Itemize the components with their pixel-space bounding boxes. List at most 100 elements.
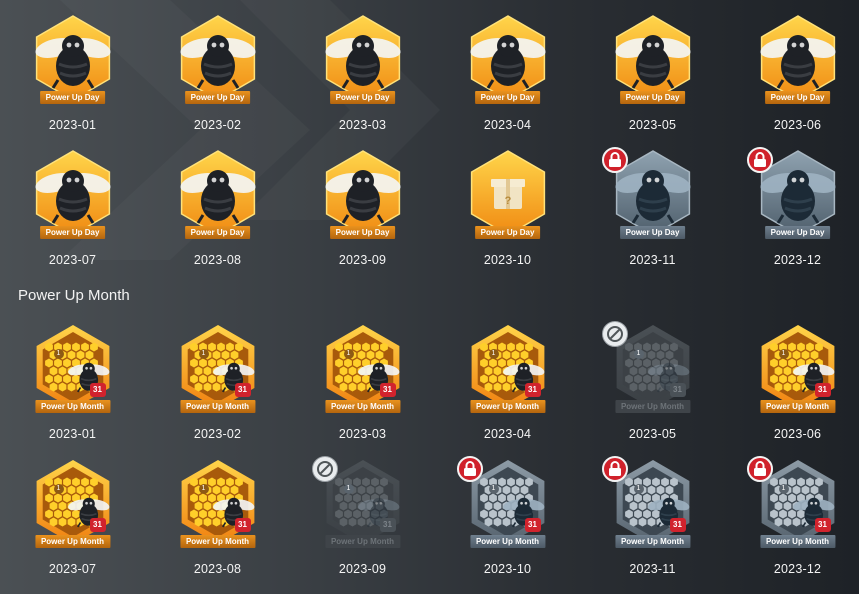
badge-period-label: 2023-12	[773, 253, 822, 267]
badge-ribbon: Power Up Day	[619, 91, 686, 104]
badge-period-label: 2023-11	[629, 562, 676, 576]
month-badge-card[interactable]: 1 31 Power Up Month 2023-05	[580, 313, 725, 448]
lock-icon	[746, 456, 773, 482]
month-badge-card[interactable]: 1 31 Power Up Month 2023-08	[145, 448, 290, 583]
power-up-month-badge-grid: 1 31 Power Up Month 2023-01 1 31 Power Up Mon…	[0, 313, 859, 583]
day-count-badge: 31	[524, 383, 541, 397]
badge-period-label: 2023-04	[483, 427, 532, 441]
month-badge-card[interactable]: 1 31 Power Up Month 2023-02	[145, 313, 290, 448]
day-badge-card[interactable]: Power Up Day 2023-05	[580, 4, 725, 139]
day-badge: Power Up Day	[746, 145, 843, 249]
month-badge: 1 31 Power Up Month	[753, 319, 843, 423]
badge-period-label: 2023-04	[483, 118, 532, 132]
day-count-badge: 31	[89, 383, 106, 397]
badge-ribbon: Power Up Day	[764, 91, 831, 104]
badge-ribbon: Power Up Day	[474, 226, 541, 239]
day-count-badge: 31	[669, 518, 686, 532]
first-cell-marker: 1	[53, 349, 64, 359]
badge-ribbon: Power Up Day	[184, 226, 251, 239]
day-badge: Power Up Day	[753, 10, 843, 114]
first-cell-marker: 1	[778, 349, 789, 359]
day-badge-card[interactable]: Power Up Day 2023-09	[290, 139, 435, 274]
month-badge-card[interactable]: 1 31 Power Up Month 2023-04	[435, 313, 580, 448]
badge-ribbon: Power Up Day	[474, 91, 541, 104]
day-count-badge: 31	[669, 383, 686, 397]
badge-ribbon: Power Up Month	[469, 400, 546, 413]
badge-ribbon: Power Up Day	[329, 226, 396, 239]
day-badge-card[interactable]: Power Up Day 2023-04	[435, 4, 580, 139]
day-badge: Power Up Day	[28, 145, 118, 249]
day-count-badge: 31	[814, 383, 831, 397]
svg-text:?: ?	[504, 195, 511, 207]
missed-icon	[311, 456, 338, 482]
month-badge: 1 31 Power Up Month	[601, 319, 698, 423]
month-badge-card[interactable]: 1 31 Power Up Month 2023-01	[0, 313, 145, 448]
badge-period-label: 2023-01	[48, 427, 97, 441]
day-badge: Power Up Day	[318, 10, 408, 114]
day-badge-card[interactable]: Power Up Day 2023-12	[725, 139, 859, 274]
badge-ribbon: Power Up Month	[469, 535, 546, 548]
badge-period-label: 2023-02	[193, 118, 242, 132]
day-badge-card[interactable]: Power Up Day 2023-01	[0, 4, 145, 139]
day-count-badge: 31	[379, 518, 396, 532]
badge-ribbon: Power Up Month	[324, 535, 401, 548]
month-badge: 1 31 Power Up Month	[311, 454, 408, 558]
badge-ribbon: Power Up Month	[614, 535, 691, 548]
badge-period-label: 2023-07	[48, 253, 97, 267]
day-count-badge: 31	[234, 518, 251, 532]
day-badge-card[interactable]: Power Up Day 2023-08	[145, 139, 290, 274]
day-badge: Power Up Day	[173, 10, 263, 114]
month-badge: 1 31 Power Up Month	[318, 319, 408, 423]
badge-period-label: 2023-03	[338, 427, 387, 441]
month-badge-card[interactable]: 1 31 Power Up Month 2023-12	[725, 448, 859, 583]
first-cell-marker: 1	[633, 484, 644, 494]
gift-icon: ?	[490, 179, 525, 209]
badge-period-label: 2023-07	[48, 562, 97, 576]
month-badge-card[interactable]: 1 31 Power Up Month 2023-10	[435, 448, 580, 583]
badge-ribbon: Power Up Month	[179, 535, 256, 548]
day-badge-card[interactable]: Power Up Day 2023-03	[290, 4, 435, 139]
month-badge: 1 31 Power Up Month	[746, 454, 843, 558]
badge-ribbon: Power Up Day	[329, 91, 396, 104]
day-badge: Power Up Day	[173, 145, 263, 249]
month-badge-card[interactable]: 1 31 Power Up Month 2023-06	[725, 313, 859, 448]
day-badge-card[interactable]: Power Up Day 2023-07	[0, 139, 145, 274]
month-badge: 1 31 Power Up Month	[456, 454, 553, 558]
day-badge-card[interactable]: Power Up Day 2023-11	[580, 139, 725, 274]
day-badge: Power Up Day	[463, 10, 553, 114]
badge-ribbon: Power Up Month	[34, 535, 111, 548]
day-badge: Power Up Day	[28, 10, 118, 114]
first-cell-marker: 1	[53, 484, 64, 494]
badge-ribbon: Power Up Month	[759, 400, 836, 413]
badge-period-label: 2023-08	[193, 253, 242, 267]
badge-period-label: 2023-09	[338, 253, 387, 267]
missed-icon	[601, 321, 628, 347]
day-badge: ? Power Up Day	[463, 145, 553, 249]
month-badge-card[interactable]: 1 31 Power Up Month 2023-11	[580, 448, 725, 583]
badge-period-label: 2023-05	[628, 427, 677, 441]
day-badge-card[interactable]: Power Up Day 2023-02	[145, 4, 290, 139]
day-badge: Power Up Day	[608, 10, 698, 114]
day-count-badge: 31	[379, 383, 396, 397]
day-badge-card[interactable]: Power Up Day 2023-06	[725, 4, 859, 139]
first-cell-marker: 1	[343, 484, 354, 494]
first-cell-marker: 1	[633, 349, 644, 359]
badge-ribbon: Power Up Day	[39, 91, 106, 104]
badge-ribbon: Power Up Day	[619, 226, 686, 239]
first-cell-marker: 1	[488, 484, 499, 494]
day-badge-card[interactable]: ? Power Up Day 2023-10	[435, 139, 580, 274]
month-badge-card[interactable]: 1 31 Power Up Month 2023-07	[0, 448, 145, 583]
badge-period-label: 2023-10	[483, 253, 532, 267]
badge-period-label: 2023-12	[773, 562, 822, 576]
badge-ribbon: Power Up Month	[179, 400, 256, 413]
month-badge: 1 31 Power Up Month	[28, 319, 118, 423]
badge-period-label: 2023-03	[338, 118, 387, 132]
month-badge: 1 31 Power Up Month	[173, 454, 263, 558]
badge-ribbon: Power Up Day	[764, 226, 831, 239]
month-badge: 1 31 Power Up Month	[463, 319, 553, 423]
day-count-badge: 31	[234, 383, 251, 397]
month-badge-card[interactable]: 1 31 Power Up Month 2023-09	[290, 448, 435, 583]
first-cell-marker: 1	[778, 484, 789, 494]
badge-period-label: 2023-06	[773, 118, 822, 132]
month-badge-card[interactable]: 1 31 Power Up Month 2023-03	[290, 313, 435, 448]
